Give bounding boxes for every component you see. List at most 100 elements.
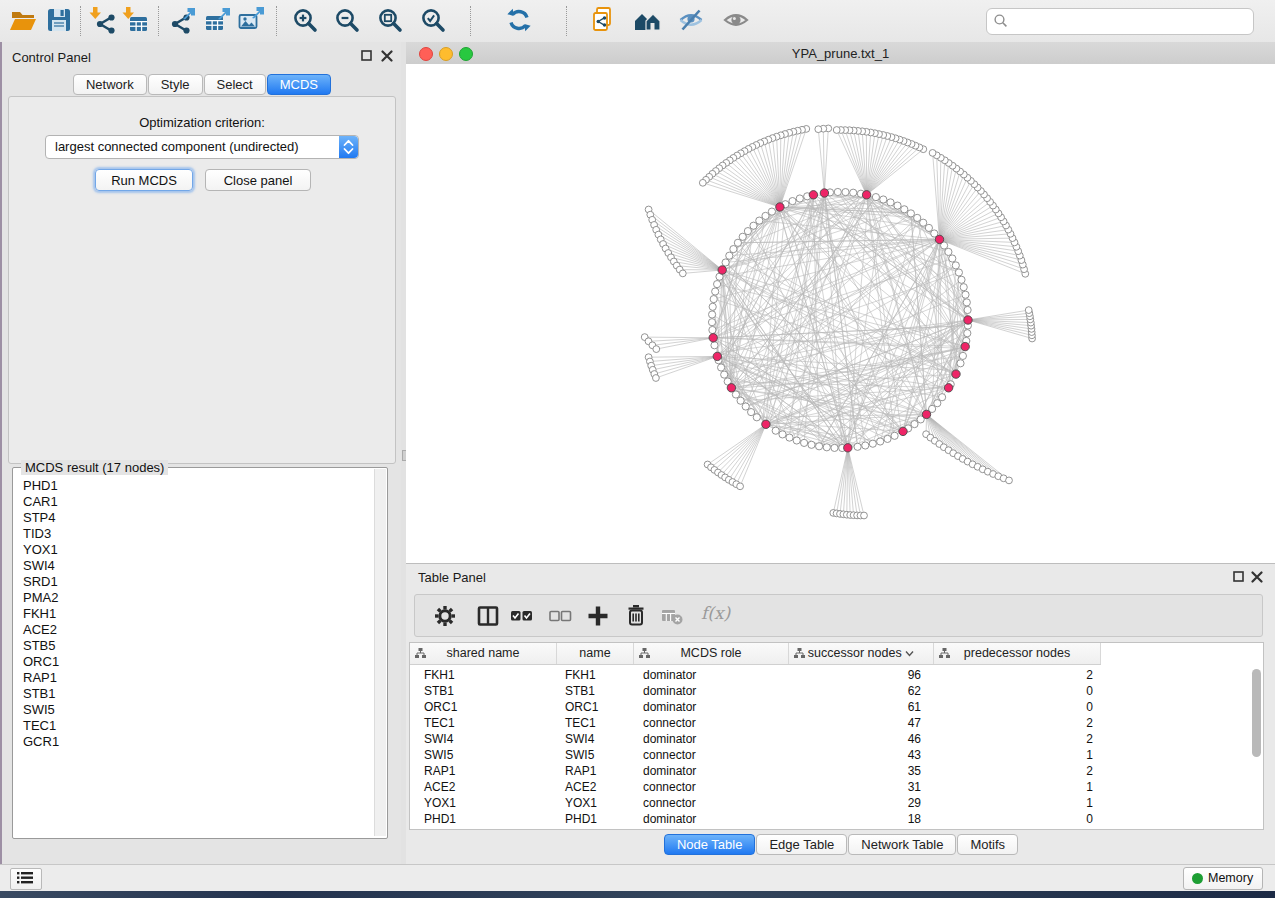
cell[interactable]: SWI4 <box>565 731 625 747</box>
status-menu-button[interactable] <box>10 868 42 890</box>
mcds-result-item[interactable]: CAR1 <box>14 494 372 510</box>
list-scrollbar[interactable] <box>374 469 386 836</box>
cell[interactable]: dominator <box>643 699 763 715</box>
cell[interactable]: RAP1 <box>565 763 625 779</box>
memory-button[interactable]: Memory <box>1183 867 1263 890</box>
mcds-result-item[interactable]: ORC1 <box>14 654 372 670</box>
cell[interactable]: 2 <box>934 763 1093 779</box>
zoom-selected-icon[interactable] <box>419 6 449 36</box>
mcds-result-item[interactable]: YOX1 <box>14 542 372 558</box>
mcds-result-item[interactable]: PHD1 <box>14 478 372 494</box>
cell[interactable]: dominator <box>643 731 763 747</box>
mcds-result-item[interactable]: SWI4 <box>14 558 372 574</box>
cell[interactable]: 47 <box>789 715 921 731</box>
cell[interactable]: dominator <box>643 683 763 699</box>
cell[interactable]: dominator <box>643 667 763 683</box>
search-input[interactable] <box>1011 11 1245 32</box>
cell[interactable]: TEC1 <box>565 715 625 731</box>
cell[interactable]: 0 <box>934 683 1093 699</box>
cell[interactable]: dominator <box>643 763 763 779</box>
cell[interactable]: 0 <box>934 699 1093 715</box>
column-header-MCDS-role[interactable]: MCDS role <box>634 643 789 664</box>
cell[interactable]: SWI4 <box>424 731 544 747</box>
zoom-out-icon[interactable] <box>333 6 363 36</box>
cell[interactable]: connector <box>643 779 763 795</box>
cell[interactable]: SWI5 <box>424 747 544 763</box>
network-document-icon[interactable] <box>589 6 619 36</box>
export-table-icon[interactable] <box>203 6 233 36</box>
houses-icon[interactable] <box>633 6 663 36</box>
column-header-shared-name[interactable]: shared name <box>410 643 557 664</box>
show-details-icon[interactable] <box>722 6 752 36</box>
cell[interactable]: YOX1 <box>424 795 544 811</box>
export-image-icon[interactable] <box>237 6 267 36</box>
cell[interactable]: 18 <box>789 811 921 827</box>
cell[interactable]: 0 <box>934 811 1093 827</box>
float-panel-icon[interactable] <box>361 50 373 62</box>
mcds-result-item[interactable]: STB5 <box>14 638 372 654</box>
cell[interactable]: ORC1 <box>424 699 544 715</box>
mcds-result-item[interactable]: PMA2 <box>14 590 372 606</box>
mcds-result-item[interactable]: STP4 <box>14 510 372 526</box>
cell[interactable]: 31 <box>789 779 921 795</box>
refresh-icon[interactable] <box>505 6 535 36</box>
table-tab-network-table[interactable]: Network Table <box>848 834 956 855</box>
table-scrollbar[interactable] <box>1252 667 1261 825</box>
column-header-successor-nodes[interactable]: successor nodes <box>789 643 934 664</box>
cell[interactable]: STB1 <box>565 683 625 699</box>
zoom-fit-icon[interactable] <box>376 6 406 36</box>
add-icon[interactable] <box>584 602 612 630</box>
settings-gear-icon[interactable] <box>431 602 459 630</box>
node-table[interactable]: shared namenameMCDS rolesuccessor nodes … <box>409 642 1264 830</box>
tab-network[interactable]: Network <box>73 74 147 95</box>
cell[interactable]: connector <box>643 747 763 763</box>
run-mcds-button[interactable]: Run MCDS <box>95 169 193 191</box>
deselect-all-icon[interactable] <box>546 602 574 630</box>
cell[interactable]: 96 <box>789 667 921 683</box>
cell[interactable]: 2 <box>934 715 1093 731</box>
zoom-in-icon[interactable] <box>291 6 321 36</box>
column-header-name[interactable]: name <box>557 643 634 664</box>
cell[interactable]: 35 <box>789 763 921 779</box>
cell[interactable]: ACE2 <box>424 779 544 795</box>
mcds-result-item[interactable]: TEC1 <box>14 718 372 734</box>
mcds-result-item[interactable]: TID3 <box>14 526 372 542</box>
cell[interactable]: STB1 <box>424 683 544 699</box>
cell[interactable]: ACE2 <box>565 779 625 795</box>
import-network-icon[interactable] <box>88 6 118 36</box>
columns-icon[interactable] <box>474 602 502 630</box>
cell[interactable]: 1 <box>934 747 1093 763</box>
criterion-dropdown[interactable]: largest connected component (undirected) <box>45 135 359 159</box>
cell[interactable]: YOX1 <box>565 795 625 811</box>
hide-details-icon[interactable] <box>677 6 707 36</box>
cell[interactable]: connector <box>643 795 763 811</box>
cell[interactable]: TEC1 <box>424 715 544 731</box>
cell[interactable]: 2 <box>934 731 1093 747</box>
import-table-icon[interactable] <box>121 6 151 36</box>
close-panel-button[interactable]: Close panel <box>205 169 311 191</box>
table-tab-node-table[interactable]: Node Table <box>664 834 756 855</box>
cell[interactable]: dominator <box>643 811 763 827</box>
cell[interactable]: 62 <box>789 683 921 699</box>
mcds-result-item[interactable]: STB1 <box>14 686 372 702</box>
close-panel-icon[interactable] <box>381 50 393 62</box>
mcds-result-item[interactable]: GCR1 <box>14 734 372 750</box>
table-tab-edge-table[interactable]: Edge Table <box>756 834 847 855</box>
table-tab-motifs[interactable]: Motifs <box>957 834 1018 855</box>
save-session-icon[interactable] <box>45 6 75 36</box>
cell[interactable]: SWI5 <box>565 747 625 763</box>
float-table-panel-icon[interactable] <box>1233 571 1245 583</box>
mcds-result-item[interactable]: RAP1 <box>14 670 372 686</box>
cell[interactable]: RAP1 <box>424 763 544 779</box>
cell[interactable]: 2 <box>934 667 1093 683</box>
export-network-icon[interactable] <box>169 6 199 36</box>
mcds-result-item[interactable]: FKH1 <box>14 606 372 622</box>
cell[interactable]: 1 <box>934 795 1093 811</box>
cell[interactable]: FKH1 <box>424 667 544 683</box>
select-all-icon[interactable] <box>507 602 535 630</box>
mcds-result-item[interactable]: SRD1 <box>14 574 372 590</box>
delete-icon[interactable] <box>622 602 650 630</box>
open-session-icon[interactable] <box>8 6 38 36</box>
cell[interactable]: 1 <box>934 779 1093 795</box>
tab-select[interactable]: Select <box>204 74 266 95</box>
